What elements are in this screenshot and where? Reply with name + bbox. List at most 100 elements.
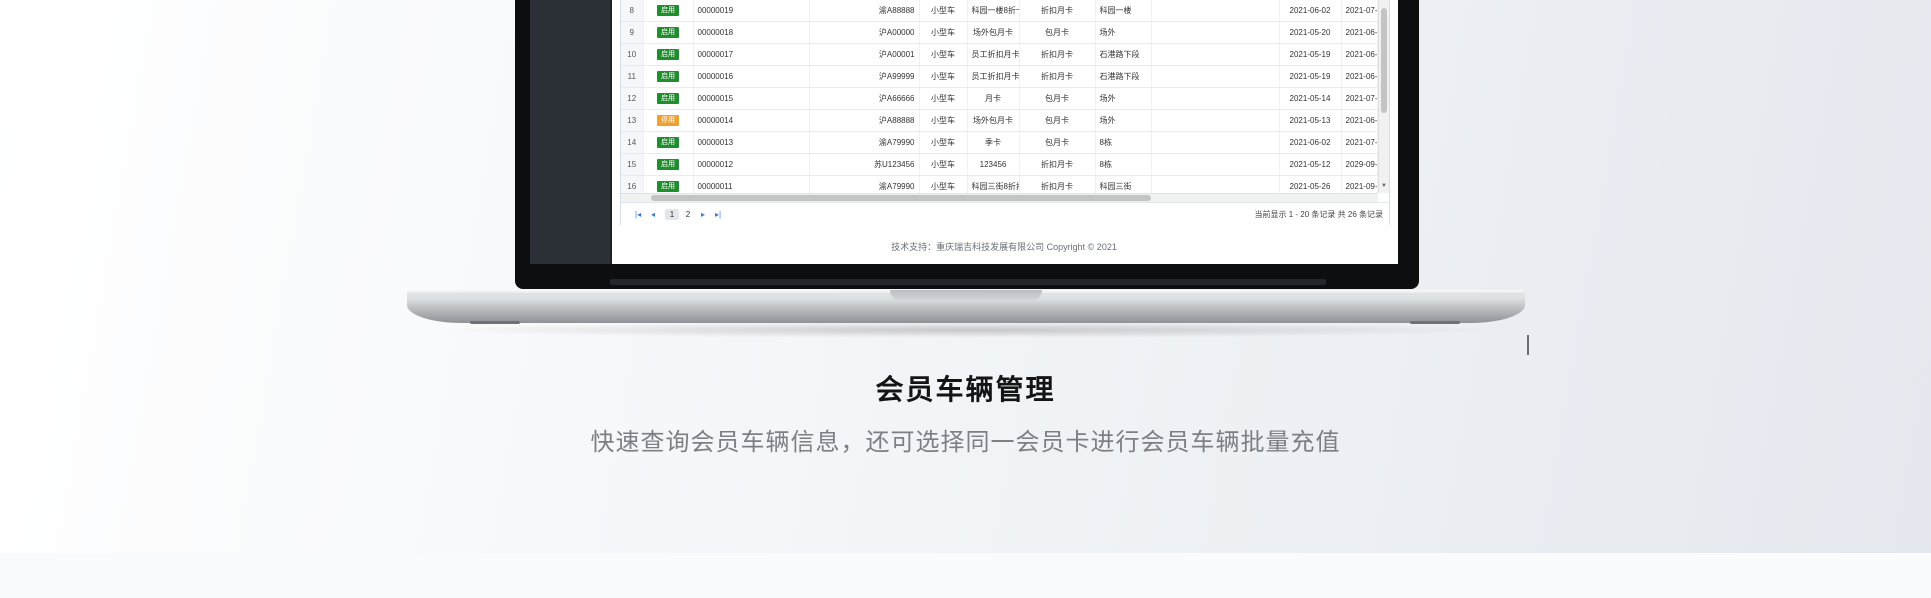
end-date: 2021-07-01: [1341, 131, 1378, 154]
vehicle-type: 小型车: [919, 109, 968, 132]
status-cell: 启用: [643, 43, 694, 66]
empty-cell: [1151, 87, 1280, 110]
status-badge: 启用: [657, 137, 679, 148]
plate-number: 沪A88888: [809, 109, 920, 132]
decor-tick: [1527, 335, 1529, 355]
start-date: 2021-05-14: [1279, 87, 1342, 110]
card-number: 00000018: [693, 21, 810, 44]
end-date: 2021-07-01: [1341, 87, 1378, 110]
parking-area: 科园一楼: [1095, 0, 1152, 22]
next-page-icon[interactable]: ▸: [701, 209, 705, 220]
status-cell: 启用: [643, 131, 694, 154]
pagination-info: 当前显示 1 - 20 条记录 共 26 条记录: [1254, 210, 1383, 219]
plate-number: 沪A66666: [809, 87, 920, 110]
end-date: 2021-06-01: [1341, 109, 1378, 132]
feature-title: 会员车辆管理: [875, 374, 1056, 405]
last-page-icon[interactable]: ▸|: [715, 209, 721, 220]
vehicle-type: 小型车: [919, 0, 968, 22]
feature-subtitle: 快速查询会员车辆信息，还可选择同一会员卡进行会员车辆批量充值: [590, 429, 1341, 456]
vehicle-type: 小型车: [919, 153, 968, 176]
vehicle-type: 小型车: [919, 43, 968, 66]
empty-cell: [1151, 153, 1280, 176]
empty-cell: [1151, 109, 1280, 132]
page-button-2[interactable]: 2: [681, 209, 695, 220]
row-index: 15: [621, 153, 644, 176]
vertical-scroll-thumb[interactable]: [1381, 8, 1387, 113]
billing-type: 包月卡: [1019, 87, 1096, 110]
table-row[interactable]: 14 启用 00000013 渝A79990 小型车 季卡 包月卡 8栋 2021-06-02 2…: [621, 131, 1378, 154]
start-date: 2021-05-20: [1279, 21, 1342, 44]
parking-area: 场外: [1095, 21, 1152, 44]
billing-type: 包月卡: [1019, 109, 1096, 132]
status-cell: 停用: [643, 109, 694, 132]
card-type: 季卡: [967, 131, 1020, 154]
empty-cell: [1151, 131, 1280, 154]
status-badge: 启用: [657, 49, 679, 60]
table-row[interactable]: 10 启用 00000017 沪A00001 小型车 员工折扣月卡 折扣月卡 石港路下段 202…: [621, 43, 1378, 66]
billing-type: 折扣月卡: [1019, 153, 1096, 176]
billing-type: 包月卡: [1019, 21, 1096, 44]
plate-number: 苏U123456: [809, 153, 920, 176]
laptop-notch: [890, 290, 1042, 301]
status-cell: 启用: [643, 0, 694, 22]
plate-number: 沪A00001: [809, 43, 920, 66]
card-type: 场外包月卡: [967, 109, 1020, 132]
row-index: 13: [621, 109, 644, 132]
empty-cell: [1151, 65, 1280, 88]
billing-type: 包月卡: [1019, 131, 1096, 154]
row-index: 8: [621, 0, 644, 22]
start-date: 2021-05-19: [1279, 65, 1342, 88]
start-date: 2021-05-12: [1279, 153, 1342, 176]
plate-number: 沪A00000: [809, 21, 920, 44]
parking-area: 8栋: [1095, 131, 1152, 154]
table-row[interactable]: 11 启用 00000016 沪A99999 小型车 员工折扣月卡 折扣月卡 石港路下段 202…: [621, 65, 1378, 88]
status-badge: 启用: [657, 5, 679, 16]
start-date: 2021-06-02: [1279, 0, 1342, 22]
page-button-1[interactable]: 1: [665, 209, 679, 220]
prev-page-icon[interactable]: ◂: [651, 209, 655, 220]
status-cell: 启用: [643, 65, 694, 88]
card-number: 00000017: [693, 43, 810, 66]
status-badge: 停用: [657, 115, 679, 126]
vehicle-type: 小型车: [919, 131, 968, 154]
screen-bottom-bar: [610, 279, 1326, 285]
pagination-bar: |◂ ◂ 1 2 ▸ ▸| 当前显示 1 - 20 条记录 共 26 条记录: [621, 202, 1389, 225]
card-type: 场外包月卡: [967, 21, 1020, 44]
status-cell: 启用: [643, 153, 694, 176]
end-date: 2029-09-01: [1341, 153, 1378, 176]
member-vehicle-table: 8 启用 00000019 渝A88888 小型车 科园一楼8折卡 折扣月卡 科园一楼 2021…: [621, 0, 1378, 198]
table-row[interactable]: 8 启用 00000019 渝A88888 小型车 科园一楼8折卡 折扣月卡 科园一楼 2021…: [621, 0, 1378, 22]
end-date: 2021-06-19: [1341, 43, 1378, 66]
vehicle-type: 小型车: [919, 21, 968, 44]
row-index: 11: [621, 65, 644, 88]
table-row[interactable]: 15 启用 00000012 苏U123456 小型车 123456 折扣月卡 8栋 2021-…: [621, 153, 1378, 176]
status-badge: 启用: [657, 71, 679, 82]
first-page-icon[interactable]: |◂: [635, 209, 641, 220]
horizontal-scrollbar[interactable]: [621, 193, 1378, 202]
table-row[interactable]: 12 启用 00000015 沪A66666 小型车 月卡 包月卡 场外 2021-05-14 2…: [621, 87, 1378, 110]
status-badge: 启用: [657, 93, 679, 104]
row-index: 12: [621, 87, 644, 110]
end-date: 2021-06-01: [1341, 21, 1378, 44]
vehicle-type: 小型车: [919, 65, 968, 88]
table-row[interactable]: 9 启用 00000018 沪A00000 小型车 场外包月卡 包月卡 场外 2021-05-2…: [621, 21, 1378, 44]
horizontal-scroll-thumb[interactable]: [651, 195, 1151, 201]
laptop-foot-right: [1410, 321, 1460, 324]
table-row[interactable]: 13 停用 00000014 沪A88888 小型车 场外包月卡 包月卡 场外 2021-05-…: [621, 109, 1378, 132]
card-number: 00000012: [693, 153, 810, 176]
row-index: 9: [621, 21, 644, 44]
end-date: 2021-07-02: [1341, 0, 1378, 22]
card-number: 00000019: [693, 0, 810, 22]
end-date: 2021-06-19: [1341, 65, 1378, 88]
status-cell: 启用: [643, 21, 694, 44]
scroll-down-icon[interactable]: ▼: [1381, 183, 1387, 189]
plate-number: 沪A99999: [809, 65, 920, 88]
empty-cell: [1151, 43, 1280, 66]
billing-type: 折扣月卡: [1019, 43, 1096, 66]
billing-type: 折扣月卡: [1019, 65, 1096, 88]
vertical-scrollbar[interactable]: ▼: [1378, 0, 1389, 193]
card-type: 123456: [967, 153, 1020, 176]
card-number: 00000016: [693, 65, 810, 88]
status-badge: 启用: [657, 159, 679, 170]
card-type: 科园一楼8折卡: [967, 0, 1020, 22]
